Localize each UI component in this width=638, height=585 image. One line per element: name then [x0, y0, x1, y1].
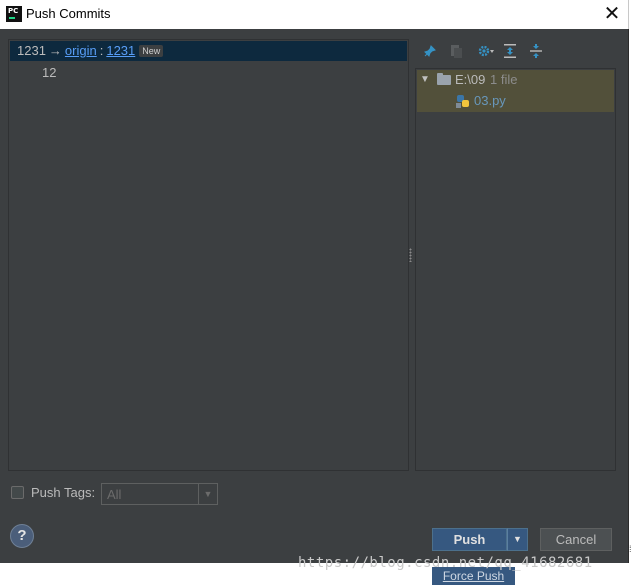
tags-dropdown[interactable]: All ▼: [101, 483, 218, 505]
close-icon[interactable]: ✕: [600, 2, 624, 26]
file-name: 03.py: [474, 93, 506, 108]
push-tags-checkbox[interactable]: [11, 486, 24, 499]
pin-icon[interactable]: [420, 41, 440, 61]
target-branch-link[interactable]: 1231: [106, 43, 135, 58]
python-file-icon: [456, 94, 470, 108]
folder-file-count: 1 file: [490, 72, 518, 87]
source-branch: 1231: [17, 43, 46, 58]
window-title: Push Commits: [26, 6, 111, 21]
changes-toolbar: [418, 41, 614, 63]
remote-link[interactable]: origin: [65, 43, 97, 58]
branch-header[interactable]: 1231 → origin:1231 New: [10, 41, 407, 61]
background-strip: [629, 0, 638, 585]
expand-arrow-icon[interactable]: ▼: [420, 70, 430, 90]
push-options-chevron-icon[interactable]: ▼: [507, 528, 528, 551]
collapse-all-icon[interactable]: [526, 41, 546, 61]
settings-icon[interactable]: [476, 41, 496, 61]
cancel-button[interactable]: Cancel: [540, 528, 612, 551]
help-icon[interactable]: ?: [10, 524, 34, 548]
strip-mark-icon: ⁞: [629, 544, 632, 554]
title-bar: PC Push Commits ✕: [0, 0, 629, 29]
commit-item[interactable]: 12: [42, 65, 56, 80]
tree-file-row[interactable]: 03.py: [416, 91, 614, 111]
pycharm-logo-icon: PC: [6, 6, 22, 22]
splitter-handle[interactable]: [409, 248, 412, 262]
show-diff-icon[interactable]: [446, 41, 466, 61]
folder-icon: [437, 73, 451, 85]
push-button[interactable]: Push: [432, 528, 507, 551]
folder-path: E:\09: [455, 72, 486, 87]
branch-separator: :: [99, 43, 104, 58]
changes-panel: ▼ E:\09 1 file 03.py: [415, 68, 616, 471]
tags-dropdown-value: All: [107, 487, 122, 502]
push-dialog: 1231→origin:1231New 12 ▼ E:\09 1 file: [0, 29, 629, 563]
expand-all-icon[interactable]: [500, 41, 520, 61]
watermark-text: https://blog.csdn.net/qq_41682681: [298, 555, 593, 571]
chevron-down-icon[interactable]: ▼: [198, 484, 217, 504]
new-branch-badge: New: [139, 45, 164, 57]
commits-panel: 1231 → origin:1231 New 12: [8, 39, 409, 471]
push-tags-label: Push Tags:: [31, 485, 96, 500]
arrow-icon: →: [48, 43, 62, 58]
tree-folder-row[interactable]: ▼ E:\09 1 file: [416, 70, 614, 90]
